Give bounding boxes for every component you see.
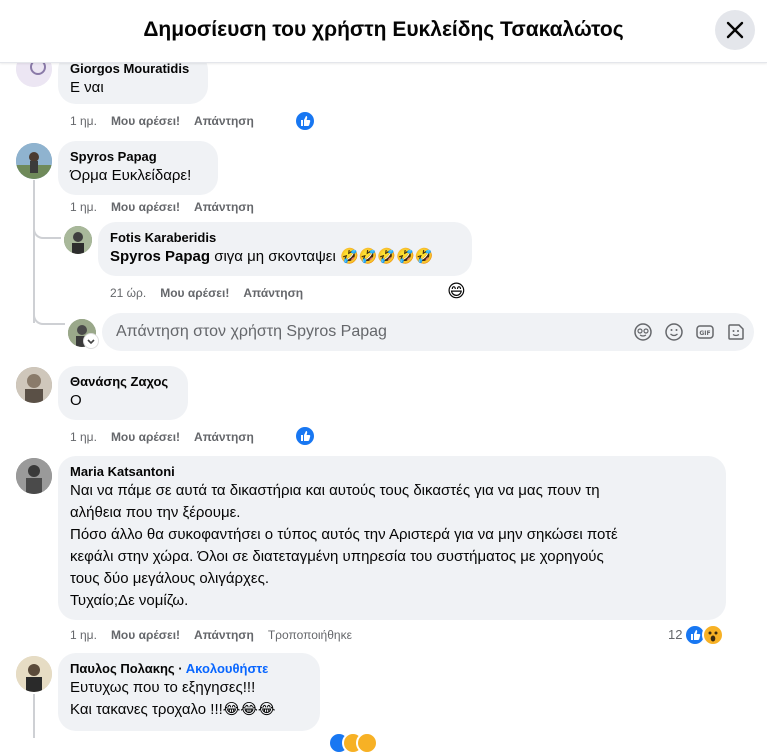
comment-text: Ευτυχως που το εξηγησες!!! Και τακανες τ… — [70, 677, 308, 721]
avatar[interactable] — [16, 143, 52, 179]
avatar[interactable] — [16, 656, 52, 692]
thread-line — [33, 180, 35, 323]
reaction-emoji: 😄 — [447, 281, 466, 301]
comment-line: τους δύο μεγάλους ολιγάρχες. — [70, 570, 269, 587]
follow-button[interactable]: Ακολουθήστε — [186, 661, 269, 676]
thread-line — [33, 694, 35, 738]
wow-reaction-icon — [702, 624, 724, 646]
sticker-icon[interactable] — [727, 323, 745, 341]
thread-connector — [33, 215, 61, 239]
gif-icon[interactable]: GIF — [696, 323, 714, 341]
reply-message: σιγα μη σκονταψει 🤣🤣🤣🤣🤣 — [210, 248, 434, 265]
reply-placeholder: Απάντηση στον χρήστη Spyros Papag — [116, 323, 387, 340]
comment-bubble: Spyros Papag Όρμα Ευκλείδαρε! — [58, 141, 218, 195]
mention-link[interactable]: Spyros Papag — [110, 248, 210, 265]
reply-input[interactable]: Απάντηση στον χρήστη Spyros Papag GIF — [102, 313, 754, 351]
haha-reaction-icon[interactable]: 😄 — [447, 281, 467, 301]
like-reaction-icon[interactable] — [294, 110, 316, 132]
comment-author[interactable]: Maria Katsantoni — [70, 464, 714, 480]
comment-line: Και τακανες τροχαλο !!!😂😂😂 — [70, 701, 276, 718]
comment-text: Ο — [70, 392, 82, 409]
comment-text: Ναι να πάμε σε αυτά τα δικαστήρια και αυ… — [70, 480, 714, 612]
comment-line: Τυχαίο;Δε νομίζω. — [70, 592, 189, 609]
comment-bubble: Παυλος Πολακης · Ακολουθήστε Ευτυχως που… — [58, 653, 320, 731]
comment-actions: 1 ημ. Μου αρέσει! Απάντηση — [70, 200, 268, 214]
comment-bubble: Θανάσης Ζαχος Ο — [58, 366, 188, 420]
avatar-image — [64, 226, 92, 254]
comment-line: κεφάλι στην χώρα. Όλοι σε διατεταγμένη υ… — [70, 548, 604, 565]
reply-button[interactable]: Απάντηση — [194, 200, 254, 214]
comments-panel: Giorgos Mouratidis Ε ναι 1 ημ. Μου αρέσει… — [0, 0, 767, 754]
reply-button[interactable]: Απάντηση — [194, 114, 254, 128]
comment-author: Παυλος Πολακης · Ακολουθήστε — [70, 661, 269, 676]
avatar-image — [16, 656, 52, 692]
dialog-header: Δημοσίευση του χρήστη Ευκλείδης Τσακαλώτ… — [0, 0, 767, 63]
reply-button[interactable]: Απάντηση — [194, 430, 254, 444]
comment-author[interactable]: Spyros Papag — [70, 149, 206, 165]
comment-bubble: Maria Katsantoni Ναι να πάμε σε αυτά τα … — [58, 456, 726, 620]
reaction-count: 12 — [668, 627, 683, 642]
avatar[interactable] — [16, 458, 52, 494]
avatar-image — [16, 143, 52, 179]
reply-text: Spyros Papag σιγα μη σκονταψει 🤣🤣🤣🤣🤣 — [110, 246, 460, 268]
reaction-summary[interactable] — [328, 732, 384, 754]
avatar-sticker-icon[interactable] — [634, 323, 652, 341]
avatar-image — [16, 458, 52, 494]
avatar-dropdown-icon[interactable] — [84, 334, 98, 348]
comment-line: Πόσο άλλο θα συκοφαντήσει ο τύπος αυτός … — [70, 526, 618, 543]
like-button[interactable]: Μου αρέσει! — [111, 430, 180, 444]
comment-time[interactable]: 1 ημ. — [70, 628, 97, 642]
avatar-image — [16, 367, 52, 403]
like-button[interactable]: Μου αρέσει! — [111, 200, 180, 214]
comment-author[interactable]: Θανάσης Ζαχος — [70, 374, 176, 390]
comment-author[interactable]: Giorgos Mouratidis — [70, 61, 196, 77]
comment-text: Ε ναι — [70, 79, 104, 96]
comment-actions: 1 ημ. Μου αρέσει! Απάντηση Τροποποιήθηκε — [70, 628, 366, 642]
comment-line: αλήθεια που την ξέρουμε. — [70, 504, 241, 521]
comment-time[interactable]: 1 ημ. — [70, 430, 97, 444]
reply-button[interactable]: Απάντηση — [243, 286, 303, 300]
reply-actions: 21 ώρ. Μου αρέσει! Απάντηση — [110, 286, 317, 300]
svg-text:GIF: GIF — [699, 330, 710, 337]
close-icon — [726, 21, 744, 39]
comment-actions: 1 ημ. Μου αρέσει! Απάντηση — [70, 430, 268, 444]
reply-author[interactable]: Fotis Karaberidis — [110, 230, 460, 246]
edited-label[interactable]: Τροποποιήθηκε — [268, 628, 352, 642]
close-button[interactable] — [715, 10, 755, 50]
wow-reaction-icon — [356, 732, 378, 754]
like-button[interactable]: Μου αρέσει! — [111, 114, 180, 128]
like-button[interactable]: Μου αρέσει! — [111, 628, 180, 642]
author-name[interactable]: Παυλος Πολακης — [70, 661, 175, 676]
comment-text: Όρμα Ευκλείδαρε! — [70, 167, 192, 184]
like-button[interactable]: Μου αρέσει! — [160, 286, 229, 300]
thread-connector — [33, 303, 65, 325]
comment-time[interactable]: 1 ημ. — [70, 114, 97, 128]
emoji-icon[interactable] — [665, 323, 683, 341]
like-reaction-icon[interactable] — [294, 425, 316, 447]
avatar[interactable] — [16, 367, 52, 403]
avatar[interactable] — [64, 226, 92, 254]
reply-time[interactable]: 21 ώρ. — [110, 286, 146, 300]
comment-line: Ευτυχως που το εξηγησες!!! — [70, 679, 256, 696]
comment-actions: 1 ημ. Μου αρέσει! Απάντηση — [70, 114, 268, 128]
reply-button[interactable]: Απάντηση — [194, 628, 254, 642]
comment-time[interactable]: 1 ημ. — [70, 200, 97, 214]
comment-line: Ναι να πάμε σε αυτά τα δικαστήρια και αυ… — [70, 482, 600, 499]
page-title: Δημοσίευση του χρήστη Ευκλείδης Τσακαλώτ… — [143, 18, 624, 41]
reply-bubble: Fotis Karaberidis Spyros Papag σιγα μη σ… — [98, 222, 472, 276]
